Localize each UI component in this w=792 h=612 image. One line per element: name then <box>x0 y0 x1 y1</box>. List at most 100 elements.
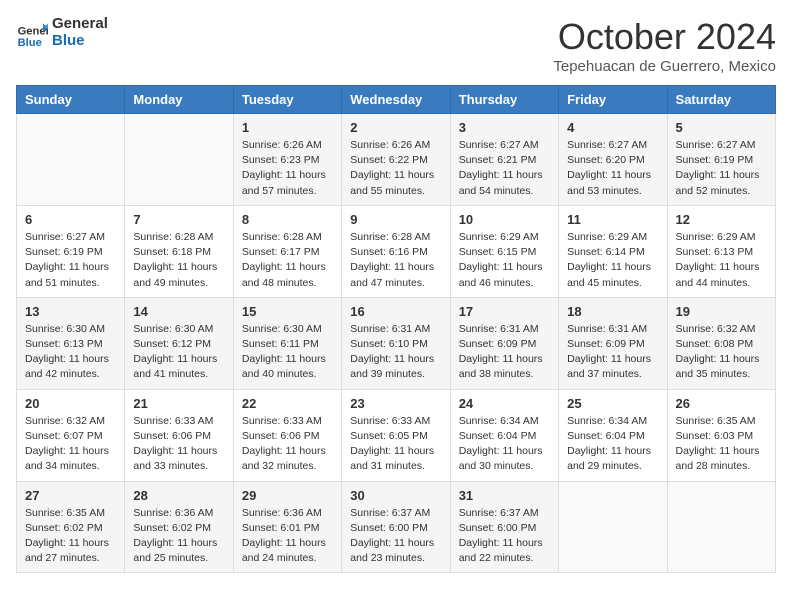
day-cell <box>125 114 233 206</box>
day-cell: 24 Sunrise: 6:34 AMSunset: 6:04 PMDayligh… <box>450 389 558 481</box>
day-cell <box>17 114 125 206</box>
day-cell: 15Sunrise: 6:30 AMSunset: 6:11 PMDayligh… <box>233 297 341 389</box>
calendar-body: 1Sunrise: 6:26 AMSunset: 6:23 PMDaylight… <box>17 114 776 573</box>
day-info: Sunrise: 6:36 AMSunset: 6:01 PMDaylight:… <box>242 506 333 567</box>
day-cell: 6 Sunrise: 6:27 AMSunset: 6:19 PMDaylight… <box>17 205 125 297</box>
day-number: 9 <box>350 212 441 227</box>
day-cell <box>559 481 667 573</box>
header-cell-thursday: Thursday <box>450 86 558 114</box>
day-number: 6 <box>25 212 116 227</box>
day-info: Sunrise: 6:34 AMSunset: 6:04 PMDaylight:… <box>567 414 658 475</box>
week-row-5: 27 Sunrise: 6:35 AMSunset: 6:02 PMDayligh… <box>17 481 776 573</box>
header-cell-monday: Monday <box>125 86 233 114</box>
day-cell <box>667 481 775 573</box>
day-cell: 16Sunrise: 6:31 AMSunset: 6:10 PMDayligh… <box>342 297 450 389</box>
day-number: 17 <box>459 304 550 319</box>
day-cell: 23Sunrise: 6:33 AMSunset: 6:05 PMDayligh… <box>342 389 450 481</box>
day-info: Sunrise: 6:33 AMSunset: 6:05 PMDaylight:… <box>350 414 441 475</box>
day-info: Sunrise: 6:37 AMSunset: 6:00 PMDaylight:… <box>459 506 550 567</box>
day-cell: 9 Sunrise: 6:28 AMSunset: 6:16 PMDaylight… <box>342 205 450 297</box>
day-number: 7 <box>133 212 224 227</box>
logo: General Blue General Blue <box>16 16 108 49</box>
day-cell: 12 Sunrise: 6:29 AMSunset: 6:13 PMDayligh… <box>667 205 775 297</box>
day-cell: 2Sunrise: 6:26 AMSunset: 6:22 PMDaylight… <box>342 114 450 206</box>
day-cell: 31 Sunrise: 6:37 AMSunset: 6:00 PMDayligh… <box>450 481 558 573</box>
logo-blue: Blue <box>52 33 108 50</box>
day-number: 31 <box>459 488 550 503</box>
day-cell: 1Sunrise: 6:26 AMSunset: 6:23 PMDaylight… <box>233 114 341 206</box>
header-cell-tuesday: Tuesday <box>233 86 341 114</box>
day-info: Sunrise: 6:34 AMSunset: 6:04 PMDaylight:… <box>459 414 550 475</box>
day-cell: 10Sunrise: 6:29 AMSunset: 6:15 PMDayligh… <box>450 205 558 297</box>
day-info: Sunrise: 6:31 AMSunset: 6:09 PMDaylight:… <box>459 322 550 383</box>
calendar-header: SundayMondayTuesdayWednesdayThursdayFrid… <box>17 86 776 114</box>
day-number: 8 <box>242 212 333 227</box>
day-info: Sunrise: 6:33 AMSunset: 6:06 PMDaylight:… <box>242 414 333 475</box>
day-number: 30 <box>350 488 441 503</box>
day-number: 2 <box>350 120 441 135</box>
day-cell: 28Sunrise: 6:36 AMSunset: 6:02 PMDayligh… <box>125 481 233 573</box>
day-number: 12 <box>676 212 767 227</box>
day-number: 10 <box>459 212 550 227</box>
day-info: Sunrise: 6:32 AMSunset: 6:07 PMDaylight:… <box>25 414 116 475</box>
day-cell: 20Sunrise: 6:32 AMSunset: 6:07 PMDayligh… <box>17 389 125 481</box>
day-cell: 26 Sunrise: 6:35 AMSunset: 6:03 PMDayligh… <box>667 389 775 481</box>
day-cell: 30 Sunrise: 6:37 AMSunset: 6:00 PMDayligh… <box>342 481 450 573</box>
day-info: Sunrise: 6:29 AMSunset: 6:13 PMDaylight:… <box>676 230 767 291</box>
day-info: Sunrise: 6:27 AMSunset: 6:19 PMDaylight:… <box>676 138 767 199</box>
day-info: Sunrise: 6:29 AMSunset: 6:14 PMDaylight:… <box>567 230 658 291</box>
day-cell: 11Sunrise: 6:29 AMSunset: 6:14 PMDayligh… <box>559 205 667 297</box>
location: Tepehuacan de Guerrero, Mexico <box>553 58 776 75</box>
day-info: Sunrise: 6:28 AMSunset: 6:18 PMDaylight:… <box>133 230 224 291</box>
day-cell: 3Sunrise: 6:27 AMSunset: 6:21 PMDaylight… <box>450 114 558 206</box>
svg-text:Blue: Blue <box>18 36 42 48</box>
day-info: Sunrise: 6:28 AMSunset: 6:16 PMDaylight:… <box>350 230 441 291</box>
day-number: 5 <box>676 120 767 135</box>
logo-icon: General Blue <box>16 17 48 49</box>
calendar-table: SundayMondayTuesdayWednesdayThursdayFrid… <box>16 85 776 573</box>
day-cell: 25 Sunrise: 6:34 AMSunset: 6:04 PMDayligh… <box>559 389 667 481</box>
day-number: 3 <box>459 120 550 135</box>
title-block: October 2024 Tepehuacan de Guerrero, Mex… <box>553 16 776 75</box>
day-number: 27 <box>25 488 116 503</box>
day-info: Sunrise: 6:27 AMSunset: 6:19 PMDaylight:… <box>25 230 116 291</box>
header-row: SundayMondayTuesdayWednesdayThursdayFrid… <box>17 86 776 114</box>
day-cell: 4 Sunrise: 6:27 AMSunset: 6:20 PMDaylight… <box>559 114 667 206</box>
day-number: 22 <box>242 396 333 411</box>
day-cell: 29 Sunrise: 6:36 AMSunset: 6:01 PMDayligh… <box>233 481 341 573</box>
week-row-1: 1Sunrise: 6:26 AMSunset: 6:23 PMDaylight… <box>17 114 776 206</box>
day-number: 18 <box>567 304 658 319</box>
header-cell-wednesday: Wednesday <box>342 86 450 114</box>
day-info: Sunrise: 6:35 AMSunset: 6:03 PMDaylight:… <box>676 414 767 475</box>
day-info: Sunrise: 6:30 AMSunset: 6:13 PMDaylight:… <box>25 322 116 383</box>
day-cell: 7 Sunrise: 6:28 AMSunset: 6:18 PMDaylight… <box>125 205 233 297</box>
day-number: 4 <box>567 120 658 135</box>
day-number: 13 <box>25 304 116 319</box>
day-cell: 17 Sunrise: 6:31 AMSunset: 6:09 PMDayligh… <box>450 297 558 389</box>
week-row-3: 13 Sunrise: 6:30 AMSunset: 6:13 PMDayligh… <box>17 297 776 389</box>
day-number: 24 <box>459 396 550 411</box>
day-number: 28 <box>133 488 224 503</box>
day-info: Sunrise: 6:37 AMSunset: 6:00 PMDaylight:… <box>350 506 441 567</box>
day-cell: 5 Sunrise: 6:27 AMSunset: 6:19 PMDaylight… <box>667 114 775 206</box>
day-cell: 13 Sunrise: 6:30 AMSunset: 6:13 PMDayligh… <box>17 297 125 389</box>
day-info: Sunrise: 6:27 AMSunset: 6:20 PMDaylight:… <box>567 138 658 199</box>
day-number: 29 <box>242 488 333 503</box>
week-row-2: 6 Sunrise: 6:27 AMSunset: 6:19 PMDaylight… <box>17 205 776 297</box>
day-info: Sunrise: 6:31 AMSunset: 6:09 PMDaylight:… <box>567 322 658 383</box>
day-number: 25 <box>567 396 658 411</box>
header-cell-saturday: Saturday <box>667 86 775 114</box>
day-cell: 8Sunrise: 6:28 AMSunset: 6:17 PMDaylight… <box>233 205 341 297</box>
day-number: 15 <box>242 304 333 319</box>
day-info: Sunrise: 6:35 AMSunset: 6:02 PMDaylight:… <box>25 506 116 567</box>
day-cell: 19Sunrise: 6:32 AMSunset: 6:08 PMDayligh… <box>667 297 775 389</box>
day-info: Sunrise: 6:30 AMSunset: 6:12 PMDaylight:… <box>133 322 224 383</box>
day-number: 14 <box>133 304 224 319</box>
day-cell: 21Sunrise: 6:33 AMSunset: 6:06 PMDayligh… <box>125 389 233 481</box>
page-header: General Blue General Blue October 2024 T… <box>16 16 776 75</box>
day-number: 19 <box>676 304 767 319</box>
day-number: 26 <box>676 396 767 411</box>
month-title: October 2024 <box>553 16 776 58</box>
day-cell: 18 Sunrise: 6:31 AMSunset: 6:09 PMDayligh… <box>559 297 667 389</box>
day-info: Sunrise: 6:26 AMSunset: 6:23 PMDaylight:… <box>242 138 333 199</box>
